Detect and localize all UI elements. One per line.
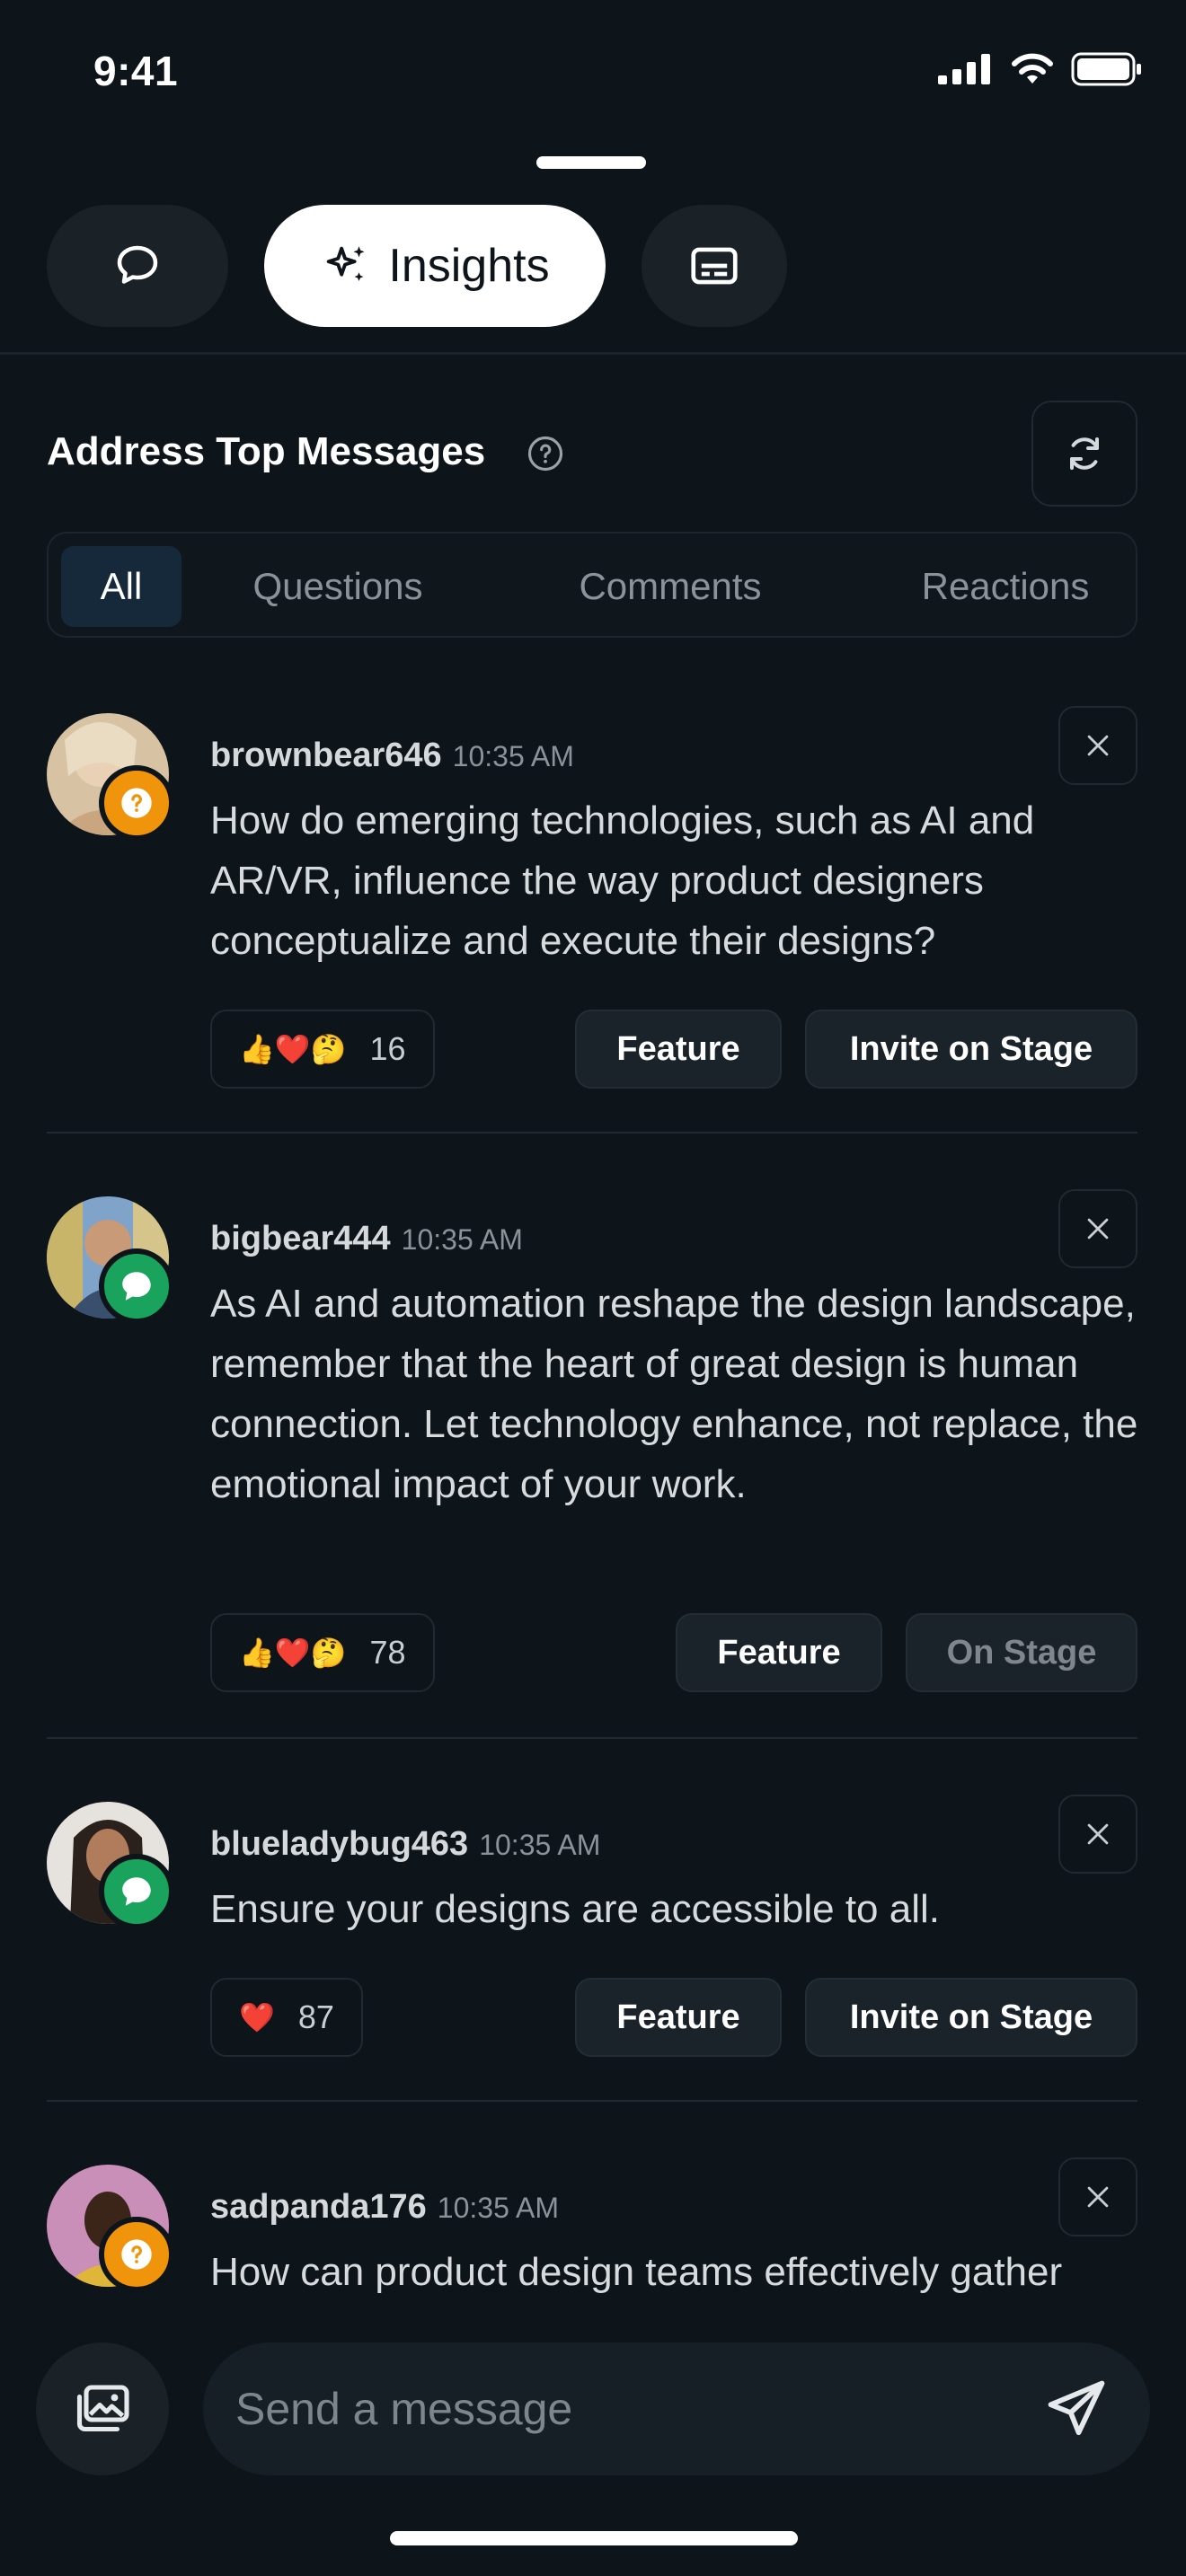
chat-bubble-icon bbox=[117, 245, 158, 284]
message-divider bbox=[47, 2100, 1137, 2102]
close-icon bbox=[1087, 1218, 1109, 1239]
speech-bubble-icon bbox=[122, 1272, 151, 1301]
home-indicator bbox=[390, 2531, 798, 2545]
dismiss-button[interactable] bbox=[1058, 1795, 1137, 1874]
filter-reactions[interactable]: Reactions bbox=[884, 546, 1127, 627]
message-card: brownbear646 10:35 AM How do emerging tec… bbox=[47, 706, 1137, 1090]
question-badge bbox=[99, 765, 174, 841]
section-title: Address Top Messages bbox=[47, 429, 486, 473]
message-divider bbox=[47, 1737, 1137, 1739]
tab-captions[interactable] bbox=[642, 205, 787, 327]
feature-button[interactable]: Feature bbox=[575, 1978, 782, 2057]
message-input[interactable] bbox=[203, 2342, 1150, 2475]
user-avatar bbox=[47, 1802, 174, 1929]
message-username: sadpanda176 bbox=[210, 2188, 427, 2226]
message-time: 10:35 AM bbox=[437, 2192, 559, 2224]
gallery-icon bbox=[76, 2385, 129, 2432]
help-icon[interactable] bbox=[527, 435, 564, 472]
message-time: 10:35 AM bbox=[401, 1223, 523, 1256]
on-stage-button: On Stage bbox=[906, 1613, 1137, 1692]
tab-insights[interactable]: Insights bbox=[264, 205, 606, 327]
filter-questions[interactable]: Questions bbox=[239, 546, 437, 627]
invite-on-stage-button[interactable]: Invite on Stage bbox=[805, 1010, 1137, 1089]
dismiss-button[interactable] bbox=[1058, 2157, 1137, 2236]
tabs-divider bbox=[0, 352, 1186, 355]
reaction-emojis: 👍❤️🤔 bbox=[239, 1636, 347, 1670]
filter-comments[interactable]: Comments bbox=[553, 546, 787, 627]
user-avatar bbox=[47, 2165, 174, 2292]
refresh-icon bbox=[1070, 437, 1099, 470]
reaction-count: 16 bbox=[369, 1030, 406, 1067]
captions-icon bbox=[691, 247, 738, 285]
message-card: bigbear444 10:35 AM As AI and automation … bbox=[47, 1189, 1137, 1699]
reaction-emojis: ❤️ bbox=[239, 2000, 275, 2034]
reaction-summary[interactable]: 👍❤️🤔 78 bbox=[210, 1613, 435, 1692]
send-button[interactable] bbox=[1039, 2371, 1114, 2447]
tab-insights-label: Insights bbox=[388, 240, 550, 292]
message-divider bbox=[47, 1132, 1137, 1134]
send-icon bbox=[1048, 2380, 1105, 2436]
message-meta: bigbear444 10:35 AM bbox=[210, 1220, 523, 1258]
refresh-button[interactable] bbox=[1031, 401, 1137, 507]
cellular-signal-icon bbox=[938, 54, 990, 84]
message-meta: brownbear646 10:35 AM bbox=[210, 737, 574, 775]
message-username: bigbear444 bbox=[210, 1220, 391, 1257]
battery-icon bbox=[1071, 52, 1141, 86]
message-card: sadpanda176 10:35 AM How can product desi… bbox=[47, 2157, 1137, 2344]
message-time: 10:35 AM bbox=[452, 740, 574, 772]
wifi-icon bbox=[1012, 53, 1053, 84]
comment-badge bbox=[99, 1248, 174, 1324]
comment-badge bbox=[99, 1854, 174, 1929]
media-button[interactable] bbox=[36, 2342, 169, 2475]
user-avatar bbox=[47, 713, 174, 841]
dismiss-button[interactable] bbox=[1058, 1189, 1137, 1268]
message-time: 10:35 AM bbox=[479, 1829, 601, 1861]
status-time: 9:41 bbox=[93, 48, 179, 94]
status-icons bbox=[938, 52, 1143, 86]
close-icon bbox=[1087, 2186, 1109, 2208]
message-filter-bar: All Questions Comments Reactions bbox=[47, 532, 1137, 638]
phone-screen: 9:41 Insights Address Top Messages All Q… bbox=[0, 0, 1186, 2576]
user-avatar bbox=[47, 1196, 174, 1324]
message-username: brownbear646 bbox=[210, 737, 442, 774]
reaction-summary[interactable]: ❤️ 87 bbox=[210, 1978, 363, 2057]
dismiss-button[interactable] bbox=[1058, 706, 1137, 785]
tab-chat[interactable] bbox=[47, 205, 228, 327]
message-text: As AI and automation reshape the design … bbox=[210, 1282, 1138, 1506]
reaction-count: 78 bbox=[369, 1634, 406, 1671]
message-meta: sadpanda176 10:35 AM bbox=[210, 2188, 559, 2227]
message-text: Ensure your designs are accessible to al… bbox=[210, 1887, 940, 1931]
reaction-count: 87 bbox=[297, 1998, 334, 2035]
sheet-drag-handle[interactable] bbox=[536, 156, 646, 169]
invite-on-stage-button[interactable]: Invite on Stage bbox=[805, 1978, 1137, 2057]
message-text: How do emerging technologies, such as AI… bbox=[210, 798, 1035, 963]
speech-bubble-icon bbox=[122, 1877, 151, 1906]
message-meta: blueladybug463 10:35 AM bbox=[210, 1825, 600, 1864]
close-icon bbox=[1087, 735, 1109, 756]
question-mark-icon bbox=[121, 788, 152, 818]
filter-all[interactable]: All bbox=[61, 546, 181, 627]
reaction-summary[interactable]: 👍❤️🤔 16 bbox=[210, 1010, 435, 1089]
reaction-emojis: 👍❤️🤔 bbox=[239, 1032, 347, 1066]
feature-button[interactable]: Feature bbox=[575, 1010, 782, 1089]
sparkles-icon bbox=[327, 246, 365, 281]
question-mark-icon bbox=[121, 2239, 152, 2270]
message-username: blueladybug463 bbox=[210, 1825, 469, 1863]
feature-button[interactable]: Feature bbox=[676, 1613, 882, 1692]
message-card: blueladybug463 10:35 AM Ensure your desig… bbox=[47, 1795, 1137, 2062]
question-badge bbox=[99, 2217, 174, 2292]
message-text: How can product design teams effectively… bbox=[210, 2250, 1063, 2294]
close-icon bbox=[1087, 1823, 1109, 1845]
